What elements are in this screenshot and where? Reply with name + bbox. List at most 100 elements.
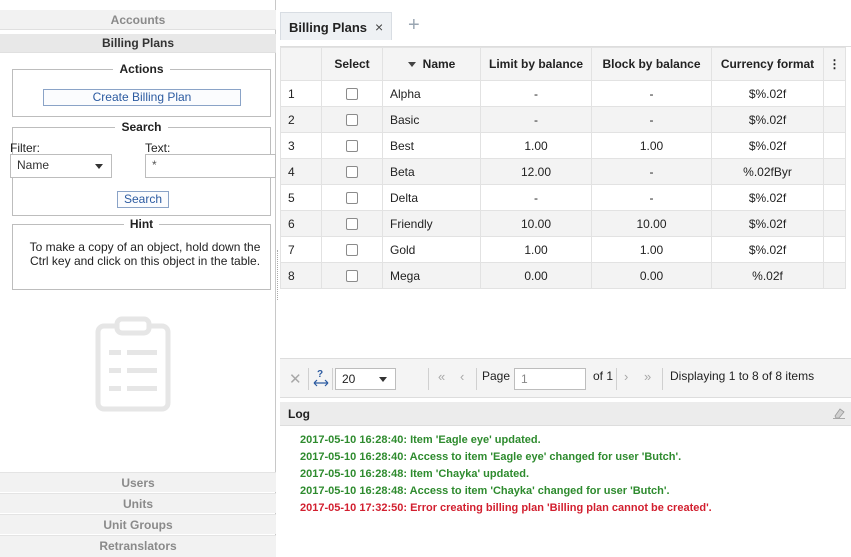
block-by-balance: - <box>591 106 712 133</box>
accordion-users[interactable]: Users <box>0 472 276 492</box>
row-checkbox[interactable] <box>346 270 358 283</box>
row-number: 8 <box>280 262 322 289</box>
divider <box>476 368 477 390</box>
left-panel: Accounts Billing Plans Actions Create Bi… <box>0 0 276 557</box>
row-checkbox[interactable] <box>346 140 358 153</box>
plan-name[interactable]: Basic <box>382 106 481 133</box>
plan-name[interactable]: Delta <box>382 184 481 211</box>
limit-by-balance: - <box>480 184 592 211</box>
filter-select[interactable]: Name <box>10 154 112 178</box>
table-row[interactable]: 4 Beta 12.00- %.02fByr <box>280 158 846 185</box>
divider <box>332 368 333 390</box>
table-row[interactable]: 8 Mega 0.00 0.00 %.02f <box>280 262 846 289</box>
row-select-cell[interactable] <box>321 210 383 237</box>
table-row[interactable]: 3 Best 1.00 1.00 $%.02f <box>280 132 846 159</box>
clear-filter-icon[interactable]: ✕ <box>289 370 302 388</box>
first-page-icon[interactable]: « <box>438 369 445 384</box>
display-info: Displaying 1 to 8 of 8 items <box>670 369 815 383</box>
next-page-icon[interactable]: › <box>624 369 628 384</box>
row-select-cell[interactable] <box>321 262 383 289</box>
block-by-balance: - <box>591 80 712 107</box>
row-select-cell[interactable] <box>321 236 383 263</box>
currency-format: %.02fByr <box>711 158 824 185</box>
page-count: of 1 <box>593 369 614 383</box>
row-select-cell[interactable] <box>321 184 383 211</box>
log-line-success: 2017-05-10 16:28:48: Item 'Chayka' updat… <box>300 468 530 480</box>
plan-name[interactable]: Alpha <box>382 80 481 107</box>
hint-title: Hint <box>13 217 270 231</box>
accordion-units[interactable]: Units <box>0 493 276 513</box>
plan-name[interactable]: Beta <box>382 158 481 185</box>
row-filler <box>823 262 846 289</box>
row-checkbox[interactable] <box>346 218 358 231</box>
page-size-value: 20 <box>342 372 356 386</box>
plan-name[interactable]: Friendly <box>382 210 481 237</box>
block-by-balance: 10.00 <box>591 210 712 237</box>
row-checkbox[interactable] <box>346 88 358 101</box>
search-text-input[interactable]: * <box>145 154 276 178</box>
table-row[interactable]: 2 Basic - - $%.02f <box>280 106 846 133</box>
plan-name[interactable]: Mega <box>382 262 481 289</box>
svg-text:?: ? <box>317 369 323 380</box>
add-tab-icon[interactable]: + <box>408 15 420 35</box>
limit-by-balance: - <box>480 106 592 133</box>
table-row[interactable]: 1 Alpha - - $%.02f <box>280 80 846 107</box>
table-row[interactable]: 6 Friendly 10.00 10.00 $%.02f <box>280 210 846 237</box>
currency-format: $%.02f <box>711 184 824 211</box>
limit-by-balance: 1.00 <box>480 132 592 159</box>
col-header-block[interactable]: Block by balance <box>591 47 712 81</box>
table-row[interactable]: 7 Gold 1.00 1.00 $%.02f <box>280 236 846 263</box>
eraser-icon[interactable] <box>833 407 845 419</box>
row-filler <box>823 236 846 263</box>
splitter-handle[interactable] <box>277 250 279 300</box>
chevron-down-icon <box>379 377 387 382</box>
row-filler <box>823 106 846 133</box>
search-button[interactable]: Search <box>117 191 169 208</box>
row-select-cell[interactable] <box>321 158 383 185</box>
accordion-billing-plans[interactable]: Billing Plans <box>0 34 276 53</box>
row-select-cell[interactable] <box>321 106 383 133</box>
limit-by-balance: 0.00 <box>480 262 592 289</box>
col-header-name[interactable]: Name <box>382 47 481 81</box>
row-filler <box>823 210 846 237</box>
plan-name[interactable]: Gold <box>382 236 481 263</box>
table-row[interactable]: 5 Delta - - $%.02f <box>280 184 846 211</box>
page-number-input[interactable]: 1 <box>514 368 586 390</box>
pagination-bar: ✕ ? 20 « ‹ Page 1 of 1 › » Displaying 1 … <box>280 358 851 398</box>
log-line-success: 2017-05-10 16:28:48: Access to item 'Cha… <box>300 485 670 497</box>
close-icon[interactable]: × <box>375 19 383 35</box>
block-by-balance: - <box>591 184 712 211</box>
accordion-unit-groups[interactable]: Unit Groups <box>0 514 276 534</box>
row-select-cell[interactable] <box>321 80 383 107</box>
create-billing-plan-button[interactable]: Create Billing Plan <box>43 89 241 106</box>
autosize-columns-icon[interactable]: ? <box>313 369 329 389</box>
row-checkbox[interactable] <box>346 114 358 127</box>
col-header-limit[interactable]: Limit by balance <box>480 47 592 81</box>
limit-by-balance: 10.00 <box>480 210 592 237</box>
accordion-retranslators[interactable]: Retranslators <box>0 535 276 557</box>
sort-desc-icon <box>407 62 416 68</box>
row-number: 5 <box>280 184 322 211</box>
col-header-currency[interactable]: Currency format <box>711 47 824 81</box>
page-size-select[interactable]: 20 <box>335 368 396 390</box>
row-checkbox[interactable] <box>346 166 358 179</box>
column-menu-icon[interactable]: ⋮ <box>823 47 846 81</box>
tab-billing-plans[interactable]: Billing Plans × <box>280 12 393 40</box>
divider <box>308 368 309 390</box>
search-title: Search <box>13 120 270 134</box>
row-checkbox[interactable] <box>346 244 358 257</box>
row-filler <box>823 184 846 211</box>
col-header-select[interactable]: Select <box>321 47 383 81</box>
row-checkbox[interactable] <box>346 192 358 205</box>
currency-format: $%.02f <box>711 132 824 159</box>
block-by-balance: 0.00 <box>591 262 712 289</box>
log-header: Log <box>280 402 851 426</box>
prev-page-icon[interactable]: ‹ <box>460 369 464 384</box>
row-number: 1 <box>280 80 322 107</box>
plan-name[interactable]: Best <box>382 132 481 159</box>
accordion-accounts[interactable]: Accounts <box>0 10 276 30</box>
filter-label: Filter: <box>10 141 40 155</box>
row-select-cell[interactable] <box>321 132 383 159</box>
last-page-icon[interactable]: » <box>644 369 651 384</box>
row-number: 4 <box>280 158 322 185</box>
